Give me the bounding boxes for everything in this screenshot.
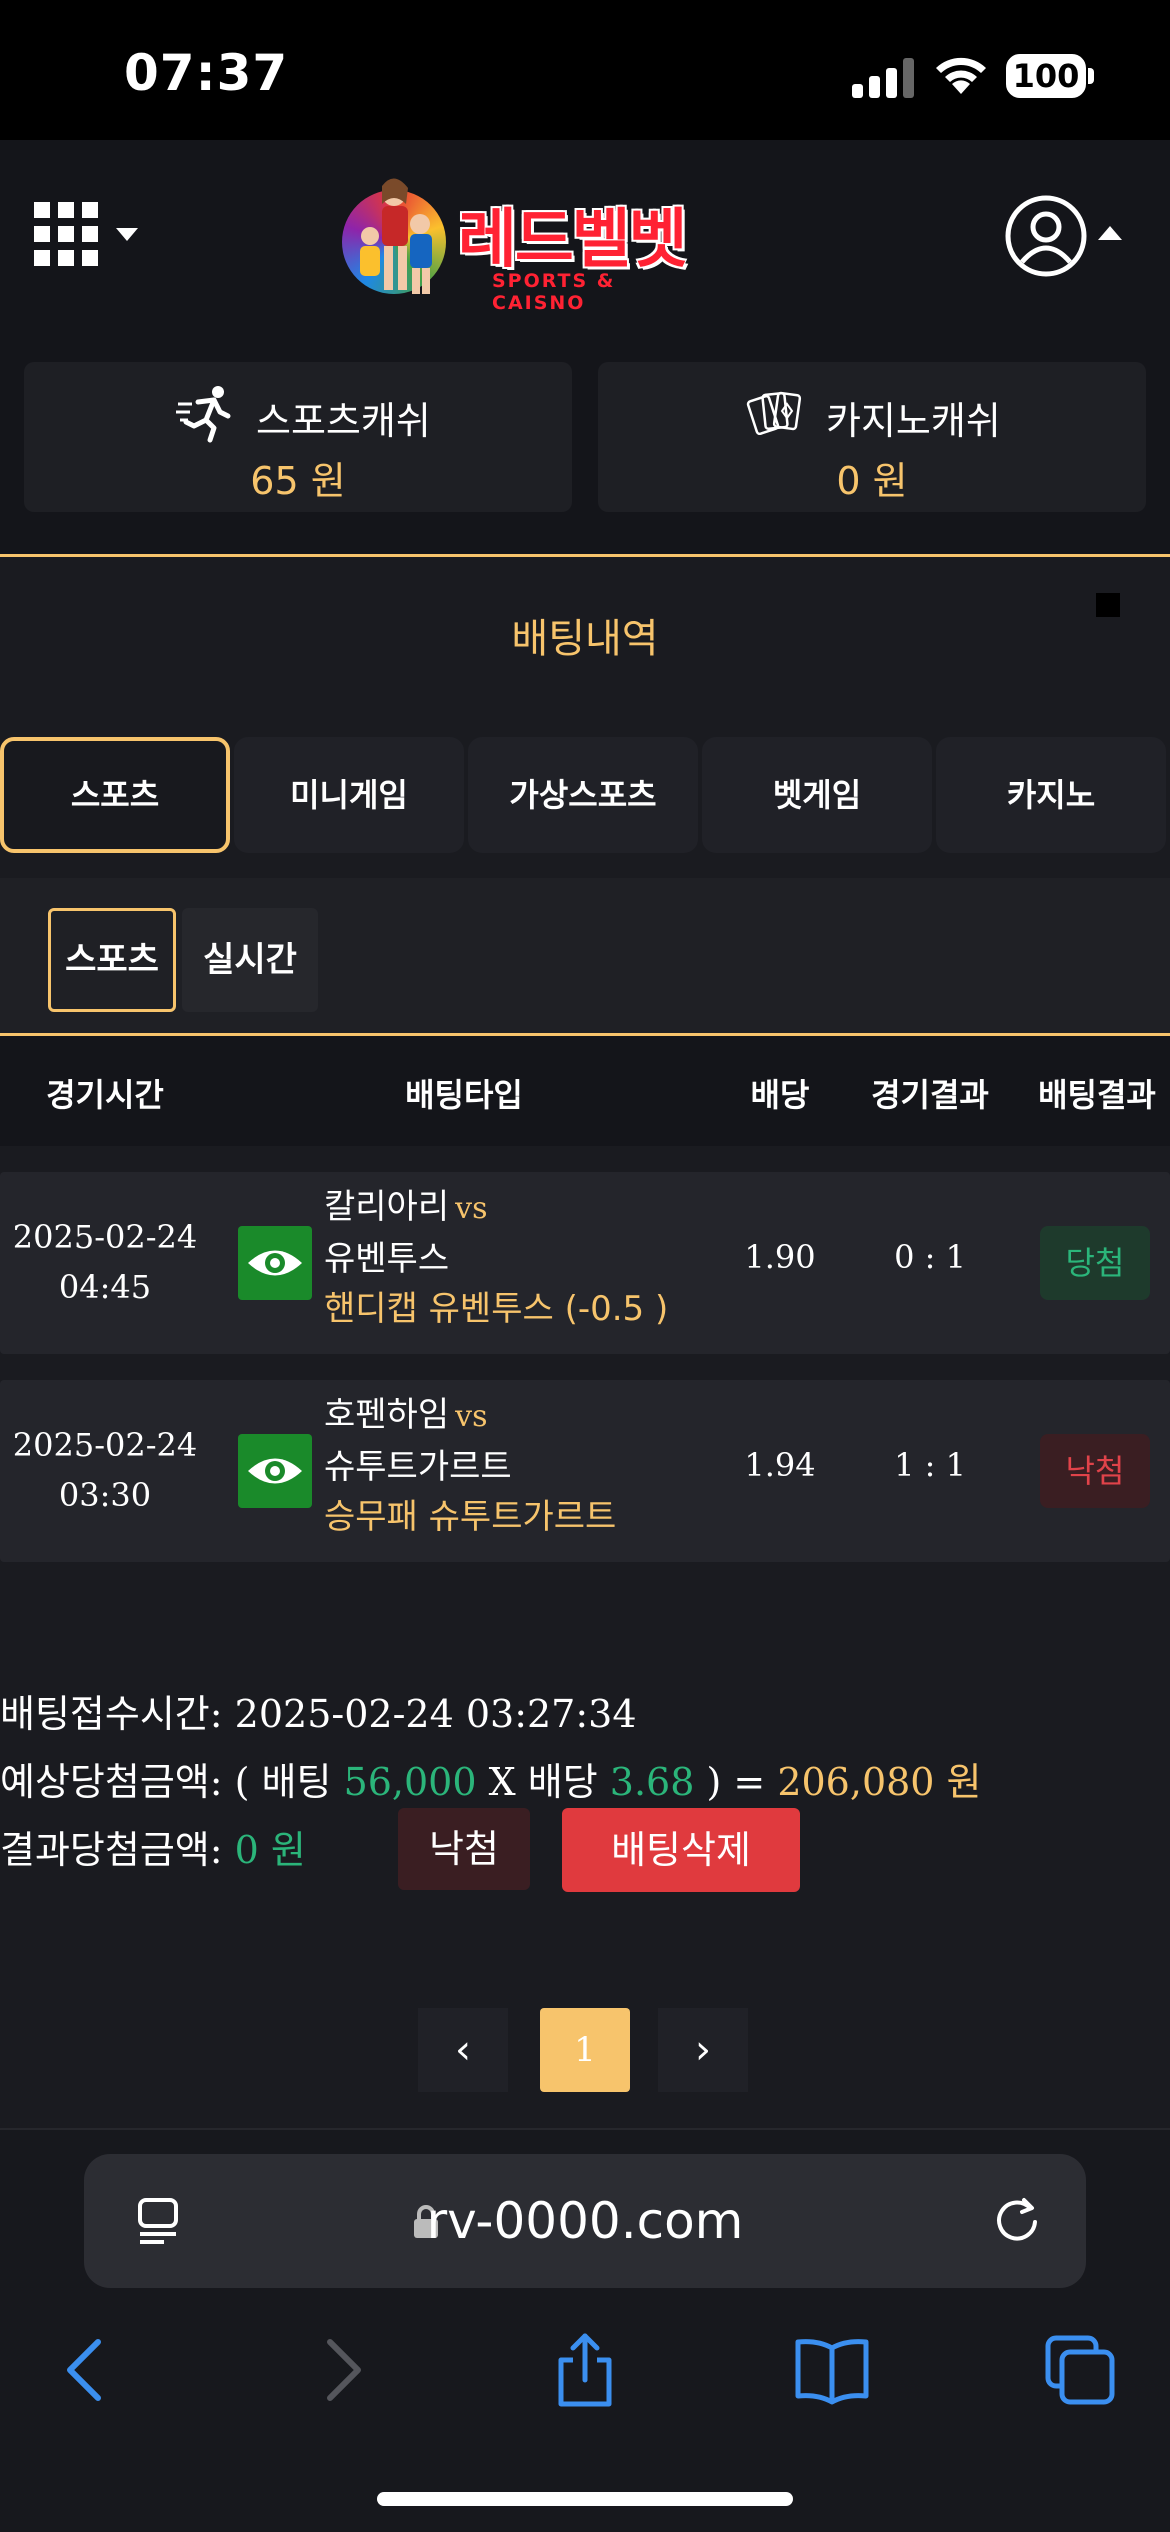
away-team: 슈투트가르트 <box>324 1447 512 1487</box>
subtab-sports[interactable]: 스포츠 <box>48 908 176 1012</box>
share-icon[interactable] <box>545 2330 625 2410</box>
vs-label: vs <box>455 1399 488 1434</box>
match-score: 1 : 1 <box>894 1446 966 1484</box>
forward-icon[interactable] <box>300 2330 380 2410</box>
casino-cash-value: 0 원 <box>836 459 908 503</box>
prev-page-button[interactable]: ‹ <box>418 2008 508 2092</box>
expected-win-line: 예상당첨금액: ( 배팅 56,000 X 배당 3.68 ) = 206,08… <box>0 1751 982 1806</box>
total-odds: 3.68 <box>609 1760 695 1804</box>
match-clock: 03:30 <box>58 1476 152 1514</box>
current-page-button[interactable]: 1 <box>540 2008 630 2092</box>
reload-icon[interactable] <box>990 2194 1044 2248</box>
received-value: 2025-02-24 03:27:34 <box>234 1692 637 1736</box>
equals-label: ) = <box>706 1760 766 1804</box>
divider <box>0 554 1170 557</box>
logo-text: 레드벨벳 <box>458 203 688 277</box>
address-bar[interactable]: rv-0000.com <box>84 2154 1086 2288</box>
delete-bet-button[interactable]: 배팅삭제 <box>562 1808 800 1892</box>
lose-status-button[interactable]: 낙첨 <box>398 1808 530 1890</box>
match-teams: 칼리아리 vs 유벤투스 핸디캡 유벤투스 (-0.5 ) <box>324 1182 668 1334</box>
match-date: 2025-02-24 <box>12 1218 198 1256</box>
result-badge: 당첨 <box>1040 1226 1150 1300</box>
eye-icon[interactable] <box>238 1434 312 1508</box>
table-row: 2025-02-24 04:45 칼리아리 vs 유벤투스 핸디캡 유벤투스 (-… <box>0 1172 1170 1354</box>
match-teams: 호펜하임 vs 슈투트가르트 승무패 슈투트가르트 <box>324 1390 616 1542</box>
result-badge: 낙첨 <box>1040 1434 1150 1508</box>
sports-cash-label: 스포츠캐쉬 <box>256 399 431 443</box>
signal-icon <box>852 58 916 98</box>
odds-value: 1.94 <box>744 1446 816 1484</box>
bet-pick: 핸디캡 유벤투스 (-0.5 ) <box>324 1289 669 1329</box>
status-time: 07:37 <box>124 44 289 102</box>
home-team: 칼리아리 <box>324 1187 450 1227</box>
casino-cash-box[interactable]: 카지노캐쉬 0 원 <box>598 362 1146 512</box>
tab-virtual-sports[interactable]: 가상스포츠 <box>468 737 698 853</box>
logo-subtitle: SPORTS & CAISNO <box>492 270 616 314</box>
table-header: 경기시간 배팅타입 배당 경기결과 배팅결과 <box>0 1036 1170 1146</box>
received-time-line: 배팅접수시간: 2025-02-24 03:27:34 <box>0 1683 637 1738</box>
bet-pick: 승무패 슈투트가르트 <box>324 1497 617 1537</box>
next-page-button[interactable]: › <box>658 2008 748 2092</box>
result-value: 0 원 <box>234 1828 306 1872</box>
subtab-area: 스포츠 실시간 <box>0 878 1170 1033</box>
bet-amount: 56,000 <box>343 1760 477 1804</box>
column-header: 배팅타입 <box>405 1076 523 1114</box>
title-area: 배팅내역 <box>0 558 1170 710</box>
status-bar: 07:37 100 <box>0 0 1170 140</box>
sports-cash-box[interactable]: 스포츠캐쉬 65 원 <box>24 362 572 512</box>
runner-icon <box>176 386 231 443</box>
battery-icon: 100 <box>1006 54 1086 98</box>
expected-label: 예상당첨금액: ( 배팅 <box>0 1760 332 1804</box>
category-tabs: 스포츠 미니게임 가상스포츠 벳게임 카지노 <box>0 737 1170 855</box>
user-avatar-icon[interactable] <box>1004 194 1088 278</box>
result-label: 결과당첨금액: <box>0 1828 223 1872</box>
match-score: 0 : 1 <box>894 1238 966 1276</box>
page-title: 배팅내역 <box>511 616 659 662</box>
back-icon[interactable] <box>48 2330 128 2410</box>
chevron-down-icon[interactable] <box>116 228 138 241</box>
logo-figures <box>360 178 432 294</box>
home-indicator <box>377 2492 793 2506</box>
result-win-line: 결과당첨금액: 0 원 <box>0 1819 306 1874</box>
match-time: 2025-02-24 04:45 <box>0 1212 210 1312</box>
odds-value: 1.90 <box>744 1238 816 1276</box>
bookmarks-icon[interactable] <box>792 2330 872 2410</box>
column-header: 경기결과 <box>871 1076 989 1114</box>
tab-betgame[interactable]: 벳게임 <box>702 737 932 853</box>
match-clock: 04:45 <box>58 1268 152 1306</box>
tab-casino[interactable]: 카지노 <box>936 737 1166 853</box>
table-row: 2025-02-24 03:30 호펜하임 vs 슈투트가르트 승무패 슈투트가르… <box>0 1380 1170 1562</box>
casino-cash-label: 카지노캐쉬 <box>826 399 1001 443</box>
chevron-up-icon[interactable] <box>1098 226 1122 240</box>
subtab-live[interactable]: 실시간 <box>182 908 318 1012</box>
away-team: 유벤투스 <box>324 1239 450 1279</box>
eye-icon[interactable] <box>238 1226 312 1300</box>
tab-minigame[interactable]: 미니게임 <box>234 737 464 853</box>
cards-icon <box>746 391 802 436</box>
menu-grid-icon[interactable] <box>34 202 98 266</box>
x-odds-label: X 배당 <box>488 1760 598 1804</box>
received-label: 배팅접수시간: <box>0 1692 223 1736</box>
square-icon <box>1096 593 1120 617</box>
column-header: 경기시간 <box>46 1076 164 1114</box>
url-text: rv-0000.com <box>426 2192 744 2250</box>
match-time: 2025-02-24 03:30 <box>0 1420 210 1520</box>
tabs-icon[interactable] <box>1040 2330 1120 2410</box>
wifi-icon <box>936 57 986 94</box>
column-header: 배팅결과 <box>1038 1076 1156 1114</box>
vs-label: vs <box>455 1191 488 1226</box>
browser-toolbar: rv-0000.com <box>0 2128 1170 2532</box>
home-team: 호펜하임 <box>324 1395 450 1435</box>
tab-sports[interactable]: 스포츠 <box>0 737 230 853</box>
sports-cash-value: 65 원 <box>250 459 346 503</box>
expected-win-amount: 206,080 원 <box>777 1760 982 1804</box>
column-header: 배당 <box>750 1076 810 1114</box>
site-logo[interactable]: 레드벨벳 SPORTS & CAISNO <box>340 172 710 314</box>
battery-tip <box>1088 68 1094 84</box>
cash-area: 스포츠캐쉬 65 원 카지노캐쉬 0 원 <box>0 340 1170 555</box>
site-header: 레드벨벳 SPORTS & CAISNO <box>0 140 1170 340</box>
match-date: 2025-02-24 <box>12 1426 198 1464</box>
